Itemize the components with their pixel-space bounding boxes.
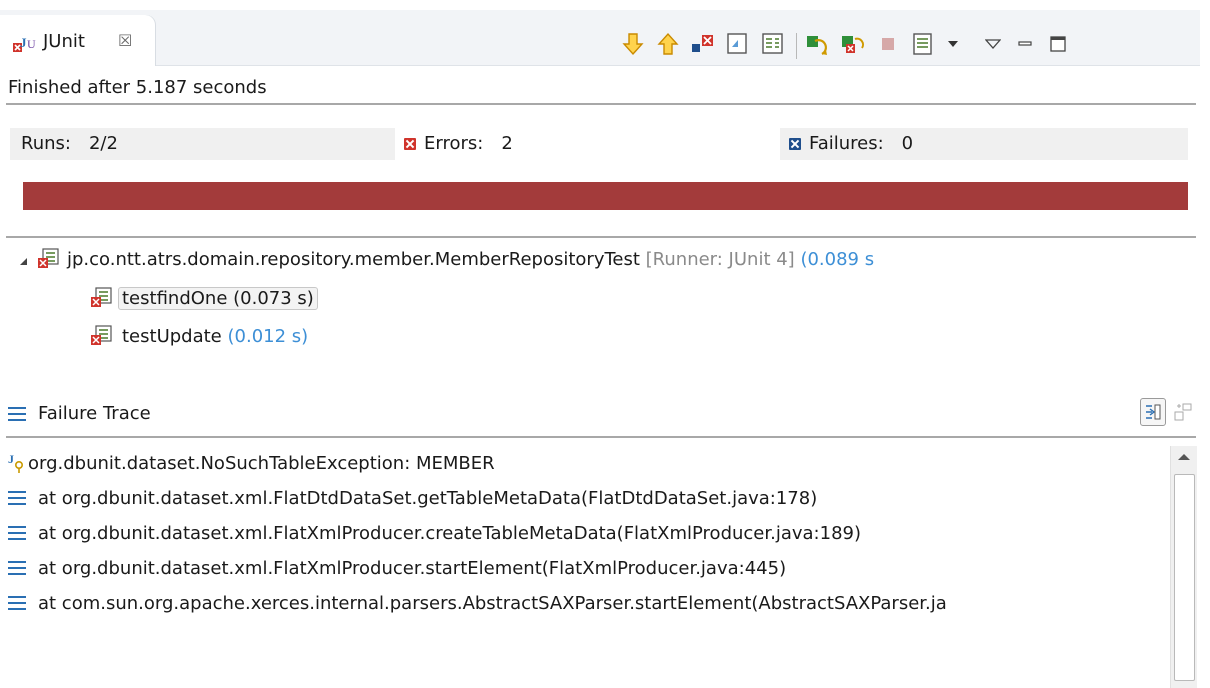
selected-test-label: testfindOne (0.073 s): [118, 286, 318, 310]
test-progress-bar: [23, 182, 1188, 210]
stack-frame-icon: [8, 491, 26, 505]
runs-label: Runs:: [21, 133, 71, 154]
divider: [6, 103, 1196, 105]
trace-line-text: at org.dbunit.dataset.xml.FlatXmlProduce…: [38, 557, 787, 579]
trace-stack-line[interactable]: at org.dbunit.dataset.xml.FlatXmlProduce…: [8, 551, 786, 585]
scroll-up-arrow-icon[interactable]: [1178, 454, 1190, 460]
rerun-test-icon[interactable]: [805, 30, 831, 58]
test-error-icon: [91, 287, 112, 307]
failures-counter: Failures: 0: [789, 132, 913, 156]
test-suite-node[interactable]: jp.co.ntt.atrs.domain.repository.member.…: [20, 244, 874, 274]
stack-frame-icon: [8, 526, 26, 540]
divider: [6, 436, 1196, 438]
trace-line-text: at org.dbunit.dataset.xml.FlatXmlProduce…: [38, 522, 861, 544]
svg-text:U: U: [27, 37, 36, 51]
view-menu-icon[interactable]: [980, 30, 1006, 58]
failure-trace-title: Failure Trace: [38, 403, 151, 424]
history-dropdown-icon[interactable]: [940, 30, 966, 58]
test-time: (0.073 s): [233, 287, 314, 309]
show-failures-only-icon[interactable]: [690, 30, 716, 58]
failure-icon: [789, 138, 801, 150]
failure-trace-icon: [8, 406, 26, 421]
trace-line-text: at com.sun.org.apache.xerces.internal.pa…: [38, 592, 947, 614]
runs-value: 2/2: [88, 133, 118, 154]
stack-frame-icon: [8, 596, 26, 610]
trace-line-text: org.dbunit.dataset.NoSuchTableException:…: [28, 452, 495, 474]
compare-icon: [1174, 403, 1192, 421]
view-toolbar: [620, 30, 1200, 62]
test-name: testfindOne: [122, 287, 228, 309]
trace-exception-line[interactable]: J org.dbunit.dataset.NoSuchTableExceptio…: [8, 446, 495, 480]
test-error-icon: [91, 325, 112, 345]
view-tab-bar: J U JUnit ☒: [0, 10, 1200, 66]
test-time: (0.012 s): [227, 325, 309, 347]
trace-line-text: at org.dbunit.dataset.xml.FlatDtdDataSet…: [38, 487, 818, 509]
expand-toggle-icon[interactable]: [20, 257, 27, 265]
stop-icon[interactable]: [875, 30, 901, 58]
trace-stack-line[interactable]: at org.dbunit.dataset.xml.FlatXmlProduce…: [8, 516, 861, 550]
failure-trace-list: J org.dbunit.dataset.NoSuchTableExceptio…: [8, 446, 1168, 688]
suite-name: jp.co.ntt.atrs.domain.repository.member.…: [67, 248, 640, 270]
counter-panel: Runs: 2/2 Errors: 2 Failures: 0: [0, 128, 1200, 160]
filter-stack-trace-button[interactable]: [1140, 398, 1166, 426]
trace-stack-line[interactable]: at com.sun.org.apache.xerces.internal.pa…: [8, 586, 947, 620]
errors-label: Errors:: [424, 133, 484, 154]
scroll-lock-icon[interactable]: [725, 30, 751, 58]
close-icon[interactable]: ☒: [118, 31, 132, 50]
svg-text:J: J: [8, 452, 14, 466]
exception-icon: J: [8, 452, 24, 474]
tab-title: JUnit: [43, 31, 85, 52]
test-case-node[interactable]: testUpdate (0.012 s): [90, 321, 308, 351]
previous-failure-icon[interactable]: [655, 30, 681, 58]
failures-label: Failures:: [809, 133, 884, 154]
test-case-node[interactable]: testfindOne (0.073 s): [90, 283, 318, 313]
test-name: testUpdate: [122, 325, 222, 347]
svg-text:J: J: [20, 35, 27, 50]
maximize-icon[interactable]: [1045, 30, 1071, 58]
filter-stack-icon: [1146, 404, 1161, 420]
minimize-icon[interactable]: [1012, 30, 1038, 58]
trace-stack-line[interactable]: at org.dbunit.dataset.xml.FlatDtdDataSet…: [8, 481, 817, 515]
divider: [6, 236, 1196, 238]
runs-counter: Runs: 2/2: [21, 132, 118, 156]
test-suite-error-icon: [38, 248, 59, 268]
stack-frame-icon: [8, 561, 26, 575]
suite-runner: [Runner: JUnit 4]: [645, 248, 795, 270]
errors-value: 2: [501, 133, 513, 154]
scrollbar-thumb[interactable]: [1174, 474, 1195, 681]
error-icon: [404, 138, 416, 150]
rerun-failed-first-icon[interactable]: [840, 30, 866, 58]
junit-icon: J U: [13, 35, 36, 52]
status-message: Finished after 5.187 seconds: [8, 77, 267, 98]
trace-scrollbar[interactable]: [1170, 446, 1197, 688]
failures-value: 0: [901, 133, 914, 154]
compare-result-button[interactable]: [1172, 400, 1194, 424]
suite-time: (0.089 s: [800, 248, 875, 270]
failure-trace-header: Failure Trace: [0, 395, 1200, 429]
errors-counter: Errors: 2: [404, 132, 513, 156]
test-history-icon[interactable]: [910, 30, 936, 58]
show-skipped-icon[interactable]: [760, 30, 786, 58]
junit-view-tab[interactable]: J U JUnit ☒: [0, 15, 155, 66]
top-strip: [0, 0, 1210, 10]
next-failure-icon[interactable]: [620, 30, 646, 58]
